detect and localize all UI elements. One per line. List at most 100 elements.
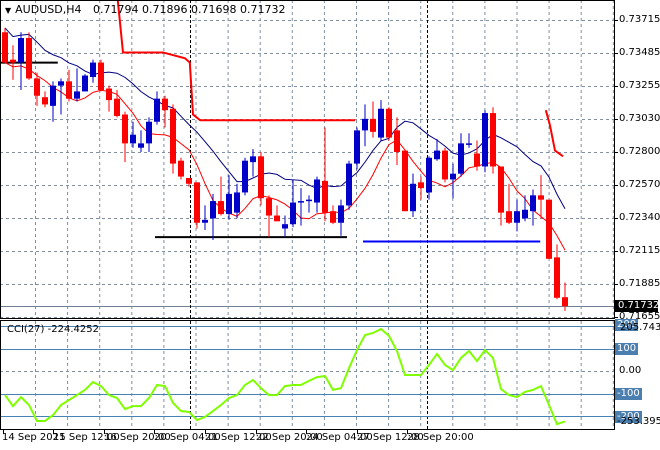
open-value: 0.71794: [92, 3, 139, 16]
price-tick: 0.72570: [619, 179, 660, 190]
price-tick: 0.71885: [619, 278, 660, 289]
candle-bull: [146, 121, 152, 144]
candle-bull: [338, 205, 344, 223]
candle-bull: [314, 179, 320, 203]
close-value: 0.71732: [239, 3, 286, 16]
candle-bear: [546, 199, 552, 259]
candle-bear: [106, 88, 112, 101]
candle-bull: [58, 81, 64, 86]
candle-bear: [98, 62, 104, 90]
price-tick: 0.72800: [619, 146, 660, 157]
low-value: 0.71698: [190, 3, 237, 16]
candle-bear: [186, 178, 192, 184]
candle-bull: [426, 157, 432, 193]
candle-bear: [330, 211, 336, 223]
level-lines: [0, 0, 564, 430]
candle-bull: [306, 199, 312, 202]
candle-bear: [26, 38, 32, 79]
price-tick: 0.72340: [619, 212, 660, 223]
candle-bull: [362, 118, 368, 131]
candle-bear: [178, 160, 184, 177]
candle-bull: [530, 195, 536, 212]
candles: [2, 27, 568, 312]
candle-bear: [66, 81, 72, 99]
candle-bull: [250, 156, 256, 163]
candle-bear: [2, 32, 8, 63]
candle-bear: [418, 182, 424, 189]
candle-bull: [514, 211, 520, 223]
chevron-down-icon[interactable]: ▼: [5, 6, 11, 15]
current-price-label: 0.71732: [615, 300, 659, 312]
cci-min-label: -253.3952: [617, 416, 660, 427]
price-tick: 0.72115: [619, 245, 660, 256]
chart-header: ▼ AUDUSD,H4 0.71794 0.71896 0.71698 0.717…: [5, 3, 285, 16]
candle-bull: [434, 150, 440, 160]
high-value: 0.71896: [141, 3, 188, 16]
candle-bull: [154, 98, 160, 122]
candle-bull: [138, 143, 144, 148]
candle-bull: [90, 62, 96, 77]
symbol-label: AUDUSD,H4: [15, 3, 82, 16]
stop-level-line: [116, 0, 355, 122]
price-tick: 0.73715: [619, 14, 660, 25]
price-tick: 0.73255: [619, 80, 660, 91]
candle-bear: [554, 257, 560, 298]
candle-bull: [210, 201, 216, 219]
cci-level-100: 100: [615, 343, 639, 355]
candle-bull: [50, 85, 56, 106]
candle-bear: [114, 98, 120, 116]
price-tick: 0.73030: [619, 113, 660, 124]
candle-bear: [34, 78, 40, 96]
candle-bull: [82, 75, 88, 92]
candle-bear: [42, 97, 48, 105]
stop-level-line: [544, 109, 564, 158]
time-tick: 28 Sep 20:00: [407, 432, 474, 443]
candle-bull: [410, 183, 416, 212]
candle-bear: [474, 153, 480, 167]
candle-bear: [506, 211, 512, 223]
cci-line: [4, 327, 566, 426]
price-tick: 0.73485: [619, 47, 660, 58]
candle-bull: [18, 38, 24, 63]
candle-bear: [402, 150, 408, 212]
cci-level-minus100: -100: [615, 388, 642, 400]
cci-level-0: 0.00: [619, 365, 642, 376]
candle-bull: [74, 91, 80, 99]
candle-bear: [274, 215, 280, 222]
candle-bear: [490, 113, 496, 167]
candle-bear: [266, 198, 272, 216]
candle-bear: [170, 108, 176, 164]
candle-bull: [378, 108, 384, 138]
candle-bull: [346, 163, 352, 206]
candle-bear: [218, 201, 224, 215]
candle-bull: [466, 143, 472, 145]
candle-bear: [386, 108, 392, 138]
candle-bull: [290, 202, 296, 225]
candle-bear: [370, 118, 376, 132]
candle-bear: [394, 130, 400, 153]
candle-bull: [202, 219, 208, 223]
candle-bear: [122, 114, 128, 144]
candle-bear: [322, 180, 328, 213]
candle-bear: [162, 98, 168, 111]
candle-bull: [130, 134, 136, 144]
cci-indicator: [0, 326, 614, 426]
candle-bear: [258, 156, 264, 199]
chart-canvas: [0, 0, 618, 434]
slow-ma-line: [4, 27, 566, 209]
candle-bull: [282, 224, 288, 229]
cci-title: CCI(27) -224.4252: [7, 324, 99, 335]
candle-bull: [522, 209, 528, 219]
candle-bull: [226, 193, 232, 215]
candle-bear: [562, 297, 568, 307]
candle-bull: [298, 201, 304, 203]
candle-bull: [458, 143, 464, 174]
candle-bear: [442, 150, 448, 180]
cci-max-label: 205.7433: [620, 322, 660, 333]
candle-bear: [538, 195, 544, 200]
candle-bear: [498, 166, 504, 213]
candle-bear: [10, 59, 16, 63]
candle-bull: [242, 160, 248, 193]
candle-bull: [354, 130, 360, 164]
candle-bear: [194, 182, 200, 223]
